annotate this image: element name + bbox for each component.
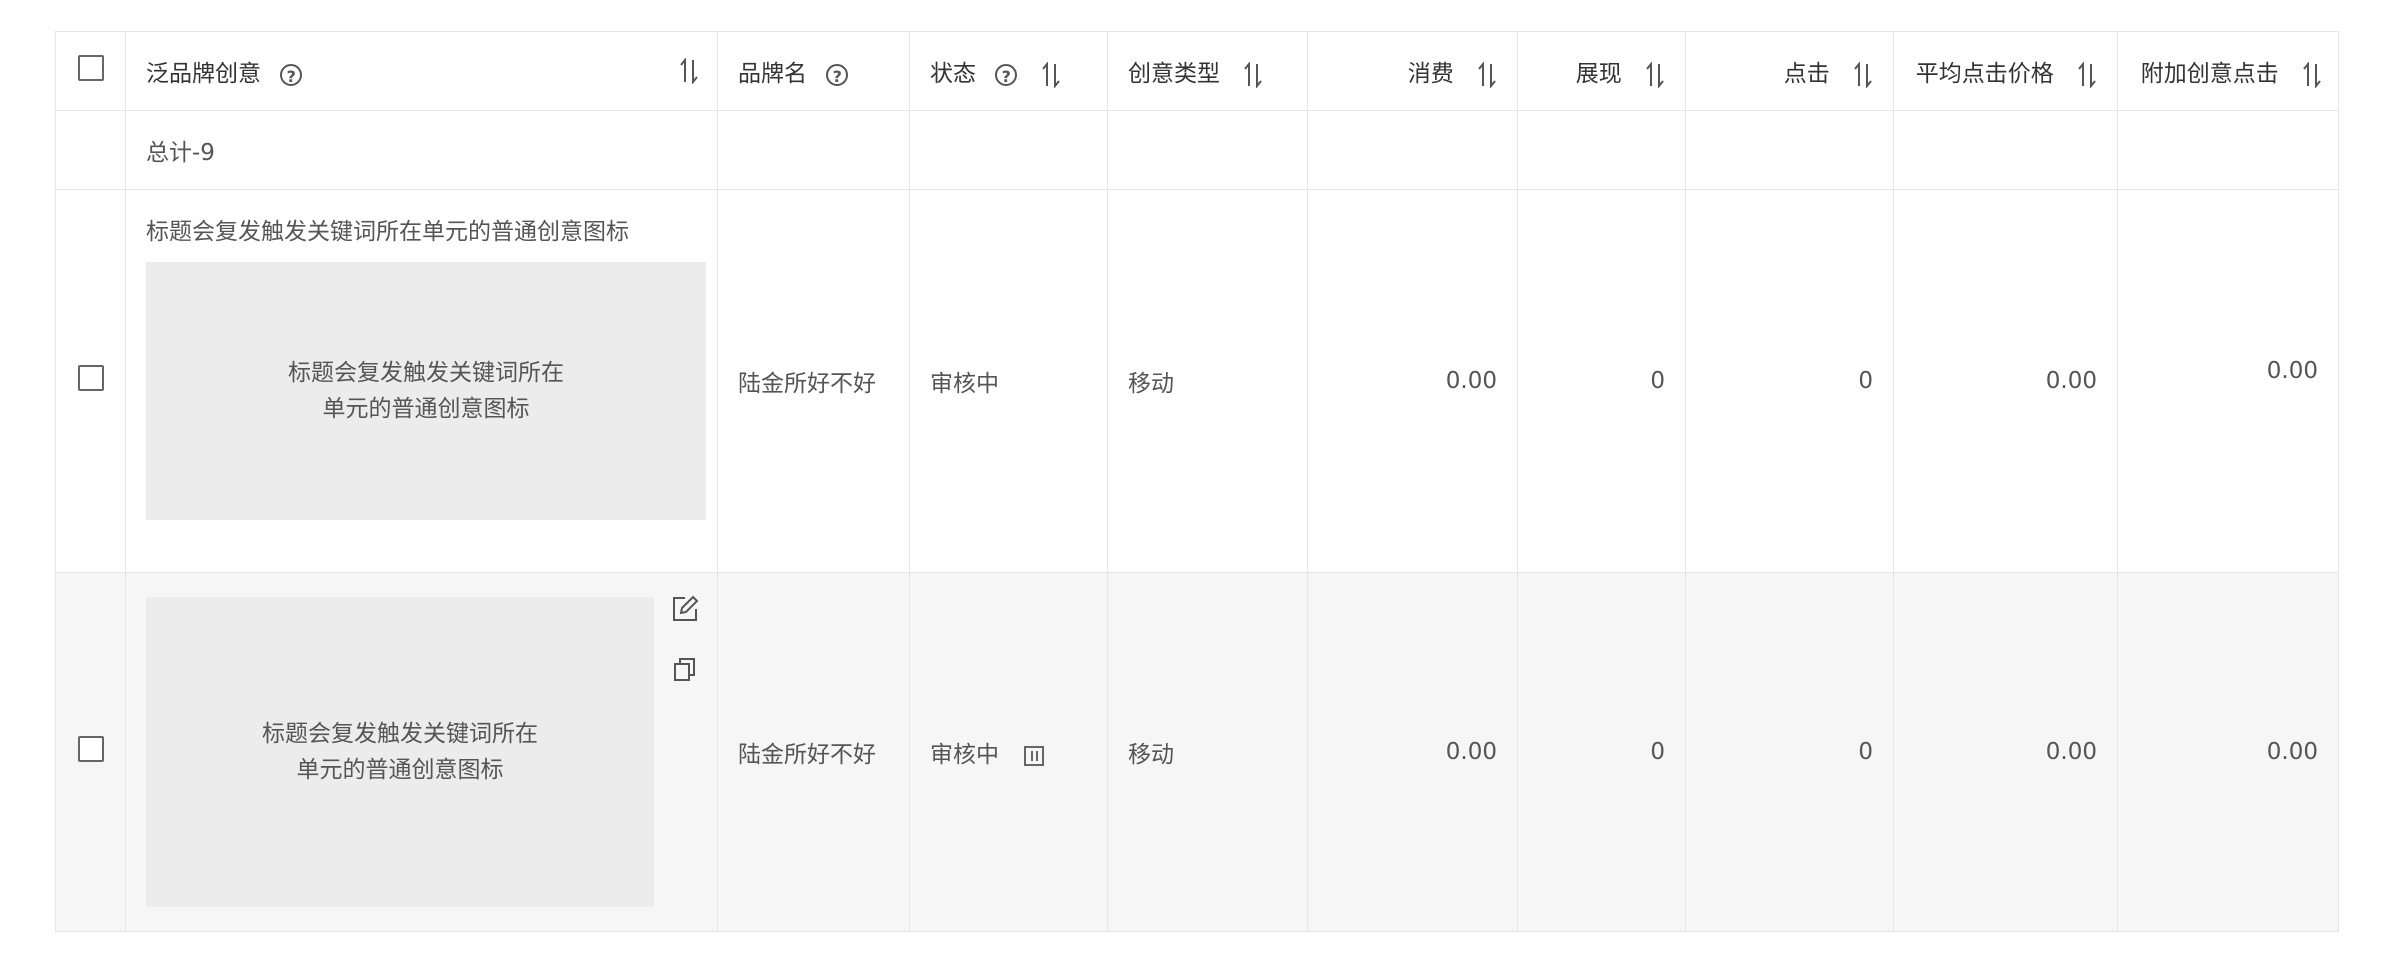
sort-icon[interactable] bbox=[1041, 61, 1061, 88]
total-empty-cell bbox=[55, 110, 126, 190]
help-icon[interactable]: ? bbox=[995, 63, 1018, 86]
avg-cpc-cell: 0.00 bbox=[1893, 572, 2118, 932]
sort-icon[interactable] bbox=[2077, 61, 2097, 88]
sort-icon[interactable] bbox=[1243, 61, 1263, 88]
creative-image-text-line2: 单元的普通创意图标 bbox=[296, 757, 504, 783]
creative-title: 标题会复发触发关键词所在单元的普通创意图标 bbox=[146, 219, 629, 245]
col-extra-clicks: 附加创意点击 bbox=[2117, 31, 2339, 111]
col-avg-cpc: 平均点击价格 bbox=[1893, 31, 2118, 111]
help-icon[interactable]: ? bbox=[280, 63, 303, 86]
col-status-label: 状态 bbox=[930, 61, 976, 87]
col-brand: 品牌名 ? bbox=[717, 31, 910, 111]
creative-table: 泛品牌创意 ? 品牌名 ? 状态 ? 创意类型 消费 展现 点击 平均点击价格 … bbox=[55, 31, 2339, 932]
brand-cell: 陆金所好不好 bbox=[717, 189, 910, 573]
col-cost-label: 消费 bbox=[1407, 61, 1454, 87]
col-cost: 消费 bbox=[1307, 31, 1518, 111]
row-checkbox[interactable] bbox=[77, 365, 104, 391]
creative-image-placeholder: 标题会复发触发关键词所在 单元的普通创意图标 bbox=[146, 262, 706, 520]
help-icon[interactable]: ? bbox=[826, 63, 849, 86]
impressions-cell: 0 bbox=[1517, 189, 1686, 573]
status-label: 审核中 bbox=[930, 742, 999, 768]
total-label: 总计-9 bbox=[125, 110, 718, 190]
edit-icon[interactable] bbox=[671, 595, 699, 623]
extra-clicks-cell: 0.00 bbox=[2117, 189, 2339, 573]
col-clicks-label: 点击 bbox=[1783, 61, 1830, 87]
extra-clicks-cell: 0.00 bbox=[2117, 572, 2339, 932]
header-row: 泛品牌创意 ? 品牌名 ? 状态 ? 创意类型 消费 展现 点击 平均点击价格 … bbox=[55, 31, 2339, 111]
col-brand-label: 品牌名 bbox=[738, 61, 807, 87]
total-row: 总计-9 bbox=[55, 110, 2339, 190]
select-all-cell bbox=[55, 31, 126, 111]
col-type: 创意类型 bbox=[1107, 31, 1308, 111]
status-cell: 审核中 bbox=[909, 189, 1108, 573]
sort-icon[interactable] bbox=[1477, 61, 1497, 88]
row-checkbox[interactable] bbox=[77, 736, 104, 762]
sort-icon[interactable] bbox=[1645, 61, 1665, 88]
col-creative-label: 泛品牌创意 bbox=[146, 61, 261, 87]
sort-icon[interactable] bbox=[2302, 61, 2322, 88]
extra-clicks-value: 0.00 bbox=[2266, 358, 2318, 384]
creative-container: 标题会复发触发关键词所在 单元的普通创意图标 bbox=[146, 595, 699, 907]
copy-icon[interactable] bbox=[671, 655, 699, 683]
status-cell: 审核中 bbox=[909, 572, 1108, 932]
creative-image-placeholder: 标题会复发触发关键词所在 单元的普通创意图标 bbox=[146, 597, 654, 907]
row-select-cell bbox=[55, 572, 126, 932]
col-impressions-label: 展现 bbox=[1575, 61, 1622, 87]
creative-image-text-line1: 标题会复发触发关键词所在 bbox=[288, 360, 564, 386]
col-type-label: 创意类型 bbox=[1128, 61, 1220, 87]
type-cell: 移动 bbox=[1107, 189, 1308, 573]
col-impressions: 展现 bbox=[1517, 31, 1686, 111]
col-status: 状态 ? bbox=[909, 31, 1108, 111]
creative-cell: 标题会复发触发关键词所在 单元的普通创意图标 bbox=[125, 572, 718, 932]
cost-cell: 0.00 bbox=[1307, 572, 1518, 932]
avg-cpc-cell: 0.00 bbox=[1893, 189, 2118, 573]
table-row: 标题会复发触发关键词所在 单元的普通创意图标 陆金所好不好 审核中 移动 0.0… bbox=[55, 572, 2339, 932]
brand-cell: 陆金所好不好 bbox=[717, 572, 910, 932]
sort-icon[interactable] bbox=[1853, 61, 1873, 88]
creative-image-text-line1: 标题会复发触发关键词所在 bbox=[262, 721, 538, 747]
sort-icon[interactable] bbox=[679, 58, 699, 84]
creative-image-text-line2: 单元的普通创意图标 bbox=[322, 396, 530, 422]
pause-icon[interactable] bbox=[1024, 745, 1045, 766]
type-cell: 移动 bbox=[1107, 572, 1308, 932]
clicks-cell: 0 bbox=[1685, 189, 1894, 573]
cost-cell: 0.00 bbox=[1307, 189, 1518, 573]
col-creative: 泛品牌创意 ? bbox=[125, 31, 718, 111]
row-select-cell bbox=[55, 189, 126, 573]
col-extra-clicks-label: 附加创意点击 bbox=[2140, 61, 2279, 87]
creative-cell: 标题会复发触发关键词所在单元的普通创意图标 标题会复发触发关键词所在 单元的普通… bbox=[125, 189, 718, 573]
select-all-checkbox[interactable] bbox=[77, 55, 104, 81]
impressions-cell: 0 bbox=[1517, 572, 1686, 932]
col-avg-cpc-label: 平均点击价格 bbox=[1915, 61, 2054, 87]
clicks-cell: 0 bbox=[1685, 572, 1894, 932]
col-clicks: 点击 bbox=[1685, 31, 1894, 111]
table-row: 标题会复发触发关键词所在单元的普通创意图标 标题会复发触发关键词所在 单元的普通… bbox=[55, 189, 2339, 573]
